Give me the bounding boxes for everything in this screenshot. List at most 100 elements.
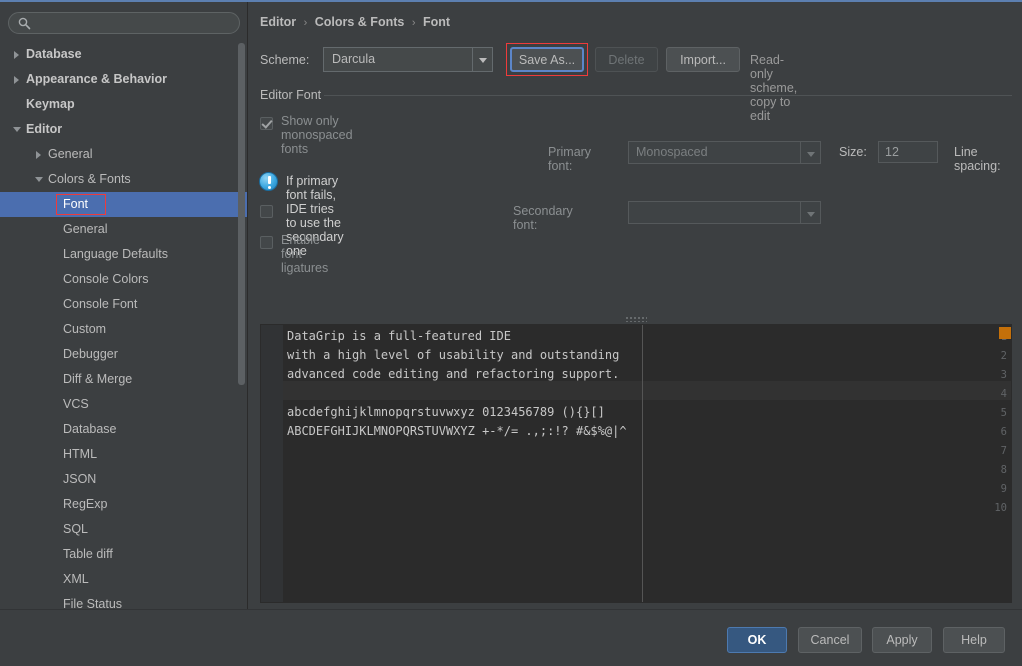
chevron-down-icon[interactable] xyxy=(800,142,820,163)
sidebar-scrollbar[interactable] xyxy=(238,43,245,385)
search-field-wrapper xyxy=(8,12,240,34)
settings-dialog: DatabaseAppearance & BehaviorKeymapEdito… xyxy=(0,0,1022,666)
editor-font-group-title: Editor Font xyxy=(260,88,321,102)
sidebar-item-xml[interactable]: XML xyxy=(0,567,248,592)
breadcrumb-part-colors-fonts[interactable]: Colors & Fonts xyxy=(315,15,405,29)
sidebar-item-label: XML xyxy=(63,567,89,592)
show-monospaced-checkbox[interactable] xyxy=(260,117,273,130)
cancel-button[interactable]: Cancel xyxy=(798,627,862,653)
size-value: 12 xyxy=(885,145,899,159)
editor-line-number: 10 xyxy=(994,502,1007,514)
sidebar-item-diff-merge[interactable]: Diff & Merge xyxy=(0,367,248,392)
scheme-dropdown-value: Darcula xyxy=(332,52,375,66)
import-button[interactable]: Import... xyxy=(666,47,740,72)
sidebar-item-keymap[interactable]: Keymap xyxy=(0,92,248,117)
sidebar-item-general[interactable]: General xyxy=(0,142,248,167)
sidebar-item-sql[interactable]: SQL xyxy=(0,517,248,542)
sidebar-item-regexp[interactable]: RegExp xyxy=(0,492,248,517)
breadcrumb-separator-icon: › xyxy=(408,17,420,29)
sidebar-item-editor[interactable]: Editor xyxy=(0,117,248,142)
sidebar-item-console-colors[interactable]: Console Colors xyxy=(0,267,248,292)
editor-gutter xyxy=(261,325,283,603)
sidebar-item-json[interactable]: JSON xyxy=(0,467,248,492)
show-monospaced-label: Show only monospaced fonts xyxy=(281,114,353,156)
info-exclamation-icon xyxy=(259,172,278,191)
editor-line-number: 4 xyxy=(1001,388,1007,400)
readonly-scheme-note: Read-only scheme, copy to edit xyxy=(750,53,797,123)
chevron-right-icon[interactable] xyxy=(14,76,19,84)
sidebar-item-label: Font xyxy=(63,192,88,217)
editor-line-number: 8 xyxy=(1001,464,1007,476)
search-input[interactable] xyxy=(35,13,231,33)
scheme-label: Scheme: xyxy=(260,53,309,67)
sidebar-item-language-defaults[interactable]: Language Defaults xyxy=(0,242,248,267)
editor-line-number: 9 xyxy=(1001,483,1007,495)
group-divider xyxy=(324,95,1012,96)
sidebar-item-database[interactable]: Database xyxy=(0,417,248,442)
dialog-button-bar: OK Cancel Apply Help xyxy=(0,609,1022,666)
chevron-down-icon[interactable] xyxy=(35,177,43,182)
editor-right-margin-guide xyxy=(642,325,643,603)
search-box[interactable] xyxy=(8,12,240,34)
sidebar-item-label: JSON xyxy=(63,467,96,492)
sidebar-item-appearance-behavior[interactable]: Appearance & Behavior xyxy=(0,67,248,92)
editor-code-line: DataGrip is a full-featured IDE xyxy=(287,329,511,343)
editor-line-number: 2 xyxy=(1001,350,1007,362)
help-button[interactable]: Help xyxy=(943,627,1005,653)
primary-font-dropdown[interactable]: Monospaced xyxy=(628,141,821,164)
sidebar-item-label: Appearance & Behavior xyxy=(26,67,167,92)
delete-button[interactable]: Delete xyxy=(595,47,658,72)
sidebar-item-console-font[interactable]: Console Font xyxy=(0,292,248,317)
search-icon xyxy=(18,17,31,30)
sidebar-item-label: Language Defaults xyxy=(63,242,168,267)
chevron-down-icon[interactable] xyxy=(13,127,21,132)
sidebar-item-colors-fonts[interactable]: Colors & Fonts xyxy=(0,167,248,192)
sidebar-item-general[interactable]: General xyxy=(0,217,248,242)
sidebar-item-label: Debugger xyxy=(63,342,118,367)
sidebar-item-label: VCS xyxy=(63,392,89,417)
sidebar-item-label: Colors & Fonts xyxy=(48,167,131,192)
sidebar-item-label: Diff & Merge xyxy=(63,367,132,392)
sidebar-item-label: SQL xyxy=(63,517,88,542)
breadcrumb-part-editor[interactable]: Editor xyxy=(260,15,296,29)
size-input[interactable]: 12 xyxy=(878,141,938,163)
editor-line-number: 7 xyxy=(1001,445,1007,457)
sidebar-item-label: File Status xyxy=(63,592,122,609)
apply-button[interactable]: Apply xyxy=(872,627,932,653)
secondary-font-checkbox[interactable] xyxy=(260,205,273,218)
splitter-grip-icon xyxy=(625,316,647,322)
sidebar-item-custom[interactable]: Custom xyxy=(0,317,248,342)
sidebar-item-database[interactable]: Database xyxy=(0,42,248,67)
sidebar-item-vcs[interactable]: VCS xyxy=(0,392,248,417)
scheme-dropdown[interactable]: Darcula xyxy=(323,47,493,72)
chevron-right-icon[interactable] xyxy=(36,151,41,159)
sidebar-item-label: Database xyxy=(26,42,82,67)
sidebar-item-table-diff[interactable]: Table diff xyxy=(0,542,248,567)
sidebar-item-debugger[interactable]: Debugger xyxy=(0,342,248,367)
settings-tree[interactable]: DatabaseAppearance & BehaviorKeymapEdito… xyxy=(0,42,248,609)
preview-splitter[interactable] xyxy=(610,315,660,323)
sidebar-item-file-status[interactable]: File Status xyxy=(0,592,248,609)
sidebar-item-label: Editor xyxy=(26,117,62,142)
primary-font-label: Primary font: xyxy=(548,145,591,173)
sidebar-item-label: General xyxy=(48,142,92,167)
primary-font-value: Monospaced xyxy=(636,145,708,159)
ok-button[interactable]: OK xyxy=(727,627,787,653)
secondary-font-dropdown[interactable] xyxy=(628,201,821,224)
secondary-font-label: Secondary font: xyxy=(513,204,573,232)
sidebar-item-font[interactable]: Font xyxy=(0,192,248,217)
chevron-down-icon[interactable] xyxy=(472,48,492,71)
save-as-button[interactable]: Save As... xyxy=(510,47,584,72)
breadcrumb: Editor › Colors & Fonts › Font xyxy=(260,15,450,29)
sidebar-item-label: Table diff xyxy=(63,542,113,567)
chevron-down-icon[interactable] xyxy=(800,202,820,223)
editor-code-line: ABCDEFGHIJKLMNOPQRSTUVWXYZ +-*/= .,;:!? … xyxy=(287,424,627,438)
breadcrumb-part-font[interactable]: Font xyxy=(423,15,450,29)
font-ligatures-checkbox[interactable] xyxy=(260,236,273,249)
editor-error-stripe-marker[interactable] xyxy=(999,327,1011,339)
chevron-right-icon[interactable] xyxy=(14,51,19,59)
editor-line-number: 3 xyxy=(1001,369,1007,381)
editor-code-line: abcdefghijklmnopqrstuvwxyz 0123456789 ()… xyxy=(287,405,605,419)
sidebar-item-html[interactable]: HTML xyxy=(0,442,248,467)
font-preview-editor[interactable]: 1DataGrip is a full-featured IDE2with a … xyxy=(260,324,1012,603)
